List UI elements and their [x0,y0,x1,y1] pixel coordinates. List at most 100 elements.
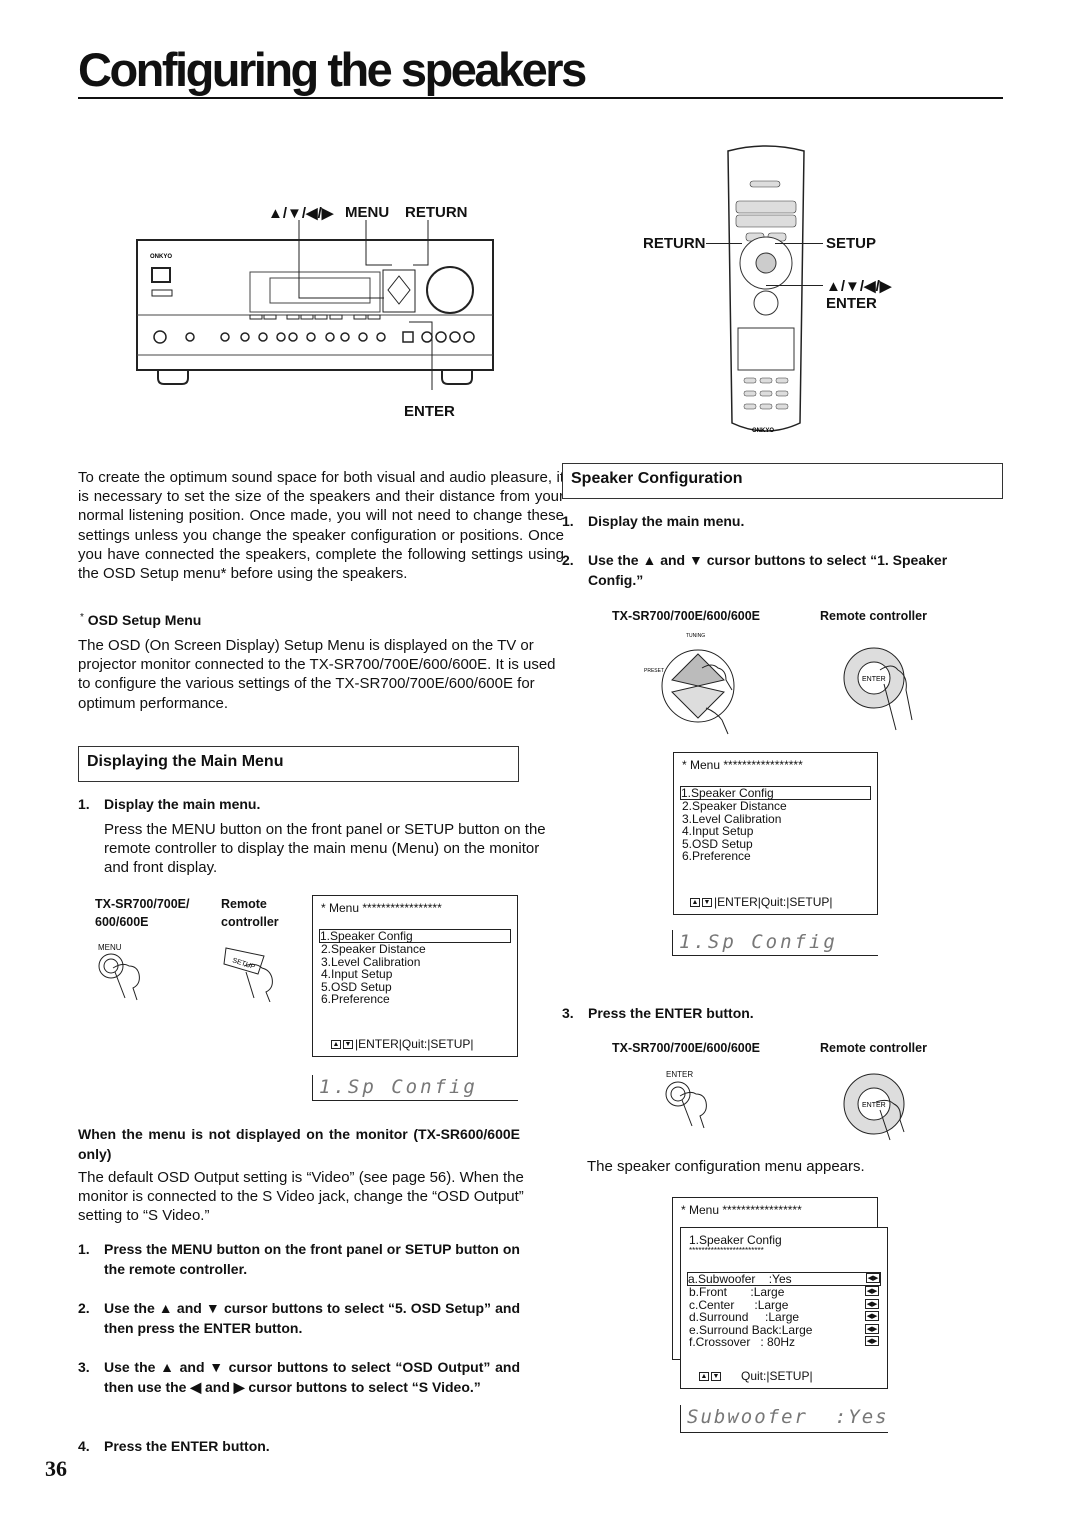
left-right-arrow-icon: ◀▶ [865,1286,879,1296]
left-right-arrow-icon: ◀▶ [865,1323,879,1334]
osd-step-1: 1. Press the MENU button on the front pan… [78,1239,520,1279]
step-text: Use the ▲ and ▼ cursor buttons to select… [588,552,948,588]
page-number: 36 [45,1456,67,1481]
down-arrow-icon: ▼ [702,897,712,907]
submenu-title: 1.Speaker Config [689,1233,782,1247]
step-number: 4. [78,1438,90,1454]
footnote-heading: * OSD Setup Menu [80,612,201,628]
menu-footer: ▲ ▼ Quit:|SETUP| [699,1369,813,1383]
left-right-arrow-icon: ◀▶ [865,1311,879,1321]
title-rule [78,97,1003,99]
tuning-label: TUNING [686,633,705,639]
caption-unit: TX-SR700/700E/ 600/600E [95,897,190,929]
menu-item[interactable]: 4.Input Setup [321,968,509,981]
caption-remote: Remote controller [820,1041,927,1055]
step-text: Press the MENU button on the front panel… [104,1241,520,1277]
step-display-main-menu: 1. Display the main menu. [78,794,558,814]
menu-footer-text: |ENTER|Quit:|SETUP| [714,894,833,909]
step-number: 1. [78,1241,90,1257]
menu-footer-text: |ENTER|Quit:|SETUP| [355,1036,474,1051]
footnote-paragraph: The OSD (On Screen Display) Setup Menu i… [78,637,556,712]
step-number: 3. [562,1005,574,1021]
caption-remote: Remote controller [820,609,927,623]
left-right-arrow-icon: ◀▶ [865,1298,879,1309]
menu-header: * Menu ***************** [681,1203,802,1217]
press-enter-button-illustration [665,1081,707,1129]
osd-main-menu: * Menu ***************** 1.Speaker Confi… [312,895,518,1057]
front-display-lcd: Subwoofer :Yes [680,1405,888,1433]
osd-speaker-config-menu: 1.Speaker Config ***********************… [680,1227,888,1389]
enter-button-label: ENTER [862,676,886,683]
step-text: Use the ▲ and ▼ cursor buttons to select… [104,1359,520,1395]
remote-label-enter: ENTER [826,295,877,312]
receiver-label-enter: ENTER [404,403,455,420]
config-item-label: b.Front :Large [689,1285,785,1299]
menu-item-selected[interactable]: 1.Speaker Config [680,785,871,800]
menu-button-label: MENU [98,943,122,952]
section-heading-speaker-configuration: Speaker Configuration [562,463,1003,499]
submenu-stars: ************************ [689,1245,764,1255]
menu-item[interactable]: 2.Speaker Distance [682,800,869,813]
config-step-2: 2. Use the ▲ and ▼ cursor buttons to sele… [562,550,1004,590]
config-item-label: d.Surround :Large [689,1310,800,1324]
remote-label-setup: SETUP [826,235,877,252]
up-arrow-icon: ▲ [331,1039,341,1049]
not-displayed-paragraph: The default OSD Output setting is “Video… [78,1169,524,1225]
leader-line [775,243,823,244]
leader-line [706,243,742,244]
remote-controller-illustration: ONKYO [727,145,805,434]
left-right-arrow-icon: ◀▶ [866,1272,880,1283]
remote-label-return: RETURN [643,235,706,252]
page-title: Configuring the speakers [78,43,587,96]
menu-appears-text: The speaker configuration menu appears. [587,1158,865,1175]
config-step-1: 1. Display the main menu. [562,511,1002,531]
menu-header: * Menu ***************** [682,758,803,772]
subsection-heading-not-displayed: When the menu is not displayed on the mo… [78,1126,520,1162]
step-text: Press the ENTER button. [104,1438,270,1454]
receiver-brand: ONKYO [150,254,172,260]
menu-footer: ▲ ▼ |ENTER|Quit:|SETUP| [690,894,833,909]
step-text: Use the ▲ and ▼ cursor buttons to select… [104,1300,520,1336]
config-item-subwoofer[interactable]: a.Subwoofer :Yes ◀▶ [687,1271,881,1286]
config-item-crossover[interactable]: f.Crossover : 80Hz ◀▶ [689,1336,879,1349]
remote-enter-dial-illustration: ENTER [843,1073,905,1141]
osd-step-4: 4. Press the ENTER button. [78,1436,520,1456]
menu-item[interactable]: 6.Preference [682,850,869,863]
config-item-front[interactable]: b.Front :Large ◀▶ [689,1286,879,1299]
step-description: Press the MENU button on the front panel… [104,821,546,877]
receiver-label-menu: MENU [345,204,390,221]
step-number: 3. [78,1359,90,1375]
menu-item-selected[interactable]: 1.Speaker Config [319,928,511,943]
caption-unit: TX-SR700/700E/600/600E [612,609,761,623]
step-text: Display the main menu. [588,513,745,529]
menu-footer: ▲ ▼ |ENTER|Quit:|SETUP| [331,1036,474,1051]
step-number: 2. [562,552,574,568]
step-text: Display the main menu. [104,796,261,812]
front-display-lcd: 1.Sp Config [312,1075,518,1101]
step-number: 1. [78,796,90,812]
preset-label: PRESET [644,668,664,674]
up-arrow-icon: ▲ [690,897,700,907]
menu-header: * Menu ***************** [321,901,442,915]
remote-brand: ONKYO [752,428,774,434]
footnote-title: OSD Setup Menu [87,612,202,628]
config-item-label: a.Subwoofer :Yes [688,1271,792,1286]
menu-item[interactable]: 6.Preference [321,993,509,1006]
osd-main-menu: * Menu ***************** 1.Speaker Confi… [673,752,878,915]
remote-enter-dial-illustration: ENTER [843,647,913,731]
left-right-arrow-icon: ◀▶ [865,1336,879,1346]
config-item-label: f.Crossover : 80Hz [689,1335,796,1349]
press-setup-button-illustration: SETUP [223,947,273,1002]
down-arrow-icon: ▼ [711,1371,721,1381]
caption-remote: Remote controller [221,897,279,929]
menu-item[interactable]: 2.Speaker Distance [321,943,509,956]
asterisk: * [80,612,84,623]
config-step-3: 3. Press the ENTER button. [562,1003,1002,1023]
intro-paragraph: To create the optimum sound space for bo… [78,469,564,583]
enter-button-label: ENTER [666,1070,694,1079]
front-display-lcd: 1.Sp Config [672,930,878,956]
step-number: 1. [562,513,574,529]
receiver-label-return: RETURN [405,204,468,221]
menu-item[interactable]: 4.Input Setup [682,825,869,838]
config-item-surround[interactable]: d.Surround :Large ◀▶ [689,1311,879,1324]
